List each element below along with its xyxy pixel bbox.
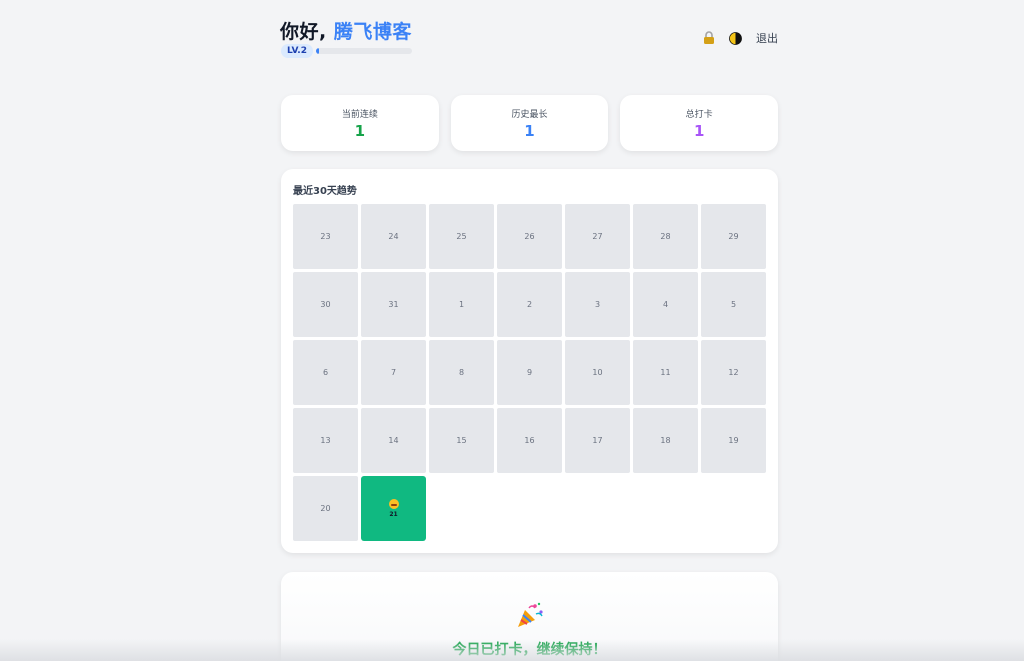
day-cell[interactable]: 13 bbox=[293, 408, 358, 473]
smile-emoji-icon bbox=[388, 499, 399, 509]
day-cell[interactable]: 17 bbox=[565, 408, 630, 473]
stat-card-current-streak: 当前连续 1 bbox=[281, 95, 439, 151]
day-number: 10 bbox=[592, 368, 603, 377]
day-cell[interactable]: 1 bbox=[429, 272, 494, 337]
page: 你好, 腾飞博客 LV.2 退出 当前连续 1 历史最长 1 总打卡 1 最近3… bbox=[0, 0, 1024, 661]
day-number: 19 bbox=[728, 436, 739, 445]
day-number: 7 bbox=[390, 368, 397, 377]
day-number: 16 bbox=[524, 436, 535, 445]
trend-panel: 最近30天趋势 23 24 25 26 27 28 29 30 31 1 2 3 4 5 6 7 8 9 10 11 1… bbox=[281, 169, 778, 553]
day-cell[interactable]: 14 bbox=[361, 408, 426, 473]
day-cell[interactable]: 27 bbox=[565, 204, 630, 269]
half-moon-theme-icon[interactable] bbox=[729, 31, 742, 45]
level-badge: LV.2 bbox=[281, 44, 313, 58]
day-number: 24 bbox=[388, 232, 399, 241]
day-grid: 23 24 25 26 27 28 29 30 31 1 2 3 4 5 6 7 8 9 10 11 12 13 14 15 1… bbox=[293, 204, 766, 541]
day-number: 5 bbox=[730, 300, 737, 309]
day-number: 27 bbox=[592, 232, 603, 241]
greeting-prefix: 你好, bbox=[280, 21, 327, 43]
checkin-status-panel: 今日已打卡，继续保持！ bbox=[281, 572, 778, 661]
day-number: 8 bbox=[458, 368, 465, 377]
day-number: 30 bbox=[320, 300, 331, 309]
day-number: 17 bbox=[592, 436, 603, 445]
xp-progress-bar bbox=[316, 48, 412, 54]
day-number: 13 bbox=[320, 436, 331, 445]
day-cell[interactable]: 9 bbox=[497, 340, 562, 405]
day-cell[interactable]: 15 bbox=[429, 408, 494, 473]
stat-label: 总打卡 bbox=[685, 110, 713, 120]
day-cell[interactable]: 29 bbox=[701, 204, 766, 269]
day-cell[interactable]: 11 bbox=[633, 340, 698, 405]
day-cell[interactable]: 7 bbox=[361, 340, 426, 405]
day-number: 23 bbox=[320, 232, 331, 241]
day-number: 31 bbox=[388, 300, 399, 309]
day-cell[interactable]: 6 bbox=[293, 340, 358, 405]
greeting: 你好, 腾飞博客 bbox=[280, 17, 412, 44]
header: 你好, 腾飞博客 LV.2 退出 bbox=[280, 17, 778, 61]
day-number: 15 bbox=[456, 436, 467, 445]
day-cell[interactable]: 31 bbox=[361, 272, 426, 337]
stat-card-total-checkins: 总打卡 1 bbox=[620, 95, 779, 151]
day-cell[interactable]: 16 bbox=[497, 408, 562, 473]
stat-label: 当前连续 bbox=[341, 110, 378, 120]
day-number: 26 bbox=[524, 232, 535, 241]
checkin-done-message: 今日已打卡，继续保持！ bbox=[452, 642, 607, 658]
day-cell[interactable]: 18 bbox=[633, 408, 698, 473]
day-number: 20 bbox=[320, 504, 331, 513]
day-number: 9 bbox=[526, 368, 533, 377]
day-number: 21 bbox=[389, 511, 398, 518]
lock-icon[interactable] bbox=[703, 31, 715, 45]
day-number: 14 bbox=[388, 436, 399, 445]
logout-link[interactable]: 退出 bbox=[756, 30, 778, 46]
day-number: 28 bbox=[660, 232, 671, 241]
day-number: 25 bbox=[456, 232, 467, 241]
stat-value: 1 bbox=[693, 122, 705, 140]
day-number: 1 bbox=[458, 300, 465, 309]
day-cell-checked[interactable]: 21 bbox=[361, 476, 426, 541]
day-number: 18 bbox=[660, 436, 671, 445]
day-cell[interactable]: 2 bbox=[497, 272, 562, 337]
day-cell[interactable]: 26 bbox=[497, 204, 562, 269]
stat-card-longest-streak: 历史最长 1 bbox=[450, 95, 609, 151]
day-cell[interactable]: 3 bbox=[565, 272, 630, 337]
day-cell[interactable]: 25 bbox=[429, 204, 494, 269]
stat-value: 1 bbox=[354, 122, 366, 140]
day-cell[interactable]: 19 bbox=[701, 408, 766, 473]
username: 腾飞博客 bbox=[333, 21, 412, 43]
day-cell[interactable]: 12 bbox=[701, 340, 766, 405]
day-number: 3 bbox=[594, 300, 601, 309]
day-cell[interactable]: 28 bbox=[633, 204, 698, 269]
day-cell[interactable]: 23 bbox=[293, 204, 358, 269]
day-cell[interactable]: 30 bbox=[293, 272, 358, 337]
party-popper-icon bbox=[515, 600, 545, 630]
day-number: 2 bbox=[526, 300, 533, 309]
stat-value: 1 bbox=[524, 122, 535, 140]
day-cell[interactable]: 5 bbox=[701, 272, 766, 337]
day-number: 29 bbox=[728, 232, 739, 241]
stat-label: 历史最长 bbox=[511, 110, 548, 120]
day-number: 4 bbox=[662, 300, 669, 309]
day-cell[interactable]: 10 bbox=[565, 340, 630, 405]
day-cell[interactable]: 4 bbox=[633, 272, 698, 337]
xp-progress-fill bbox=[316, 48, 319, 54]
day-number: 6 bbox=[322, 368, 329, 377]
day-cell[interactable]: 20 bbox=[293, 476, 358, 541]
header-actions: 退出 bbox=[703, 30, 778, 46]
stats-row: 当前连续 1 历史最长 1 总打卡 1 bbox=[281, 95, 779, 151]
day-cell[interactable]: 24 bbox=[361, 204, 426, 269]
day-cell[interactable]: 8 bbox=[429, 340, 494, 405]
day-number: 11 bbox=[660, 368, 671, 377]
trend-title: 最近30天趋势 bbox=[293, 186, 357, 197]
day-number: 12 bbox=[728, 368, 739, 377]
